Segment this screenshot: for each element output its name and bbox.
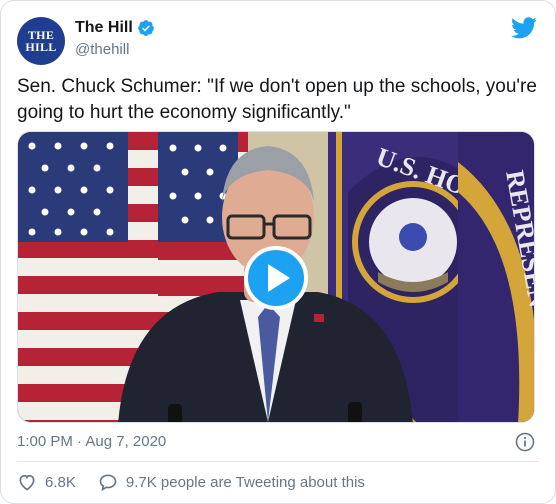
- twitter-bird-icon[interactable]: [511, 17, 537, 39]
- video-player[interactable]: U.S. HO REPRESEN: [17, 131, 535, 423]
- like-button[interactable]: 6.8K: [17, 472, 76, 492]
- tweet-card[interactable]: THE HILL The Hill @thehill Sen. Chuck Sc…: [0, 0, 556, 504]
- play-button[interactable]: [244, 246, 308, 310]
- like-count: 6.8K: [45, 473, 76, 491]
- tweeting-about-text: 9.7K people are Tweeting about this: [125, 473, 365, 491]
- tweet-actions: 6.8K 9.7K people are Tweeting about this: [17, 472, 365, 492]
- heart-icon: [19, 474, 35, 491]
- verified-badge-icon: [137, 20, 154, 36]
- author-handle[interactable]: @thehill: [75, 41, 129, 58]
- tweet-timestamp[interactable]: 1:00 PM · Aug 7, 2020: [17, 433, 166, 450]
- divider: [17, 461, 539, 462]
- author-display-name[interactable]: The Hill: [75, 19, 133, 37]
- info-icon[interactable]: [515, 432, 535, 452]
- avatar[interactable]: THE HILL: [17, 17, 65, 65]
- tweeting-about-link[interactable]: 9.7K people are Tweeting about this: [98, 472, 365, 492]
- tweet-text: Sen. Chuck Schumer: "If we don't open up…: [17, 76, 537, 123]
- avatar-text-bottom: HILL: [25, 40, 57, 54]
- play-icon: [268, 264, 290, 292]
- speech-bubble-icon: [99, 474, 117, 492]
- author-name-row: The Hill: [75, 19, 155, 37]
